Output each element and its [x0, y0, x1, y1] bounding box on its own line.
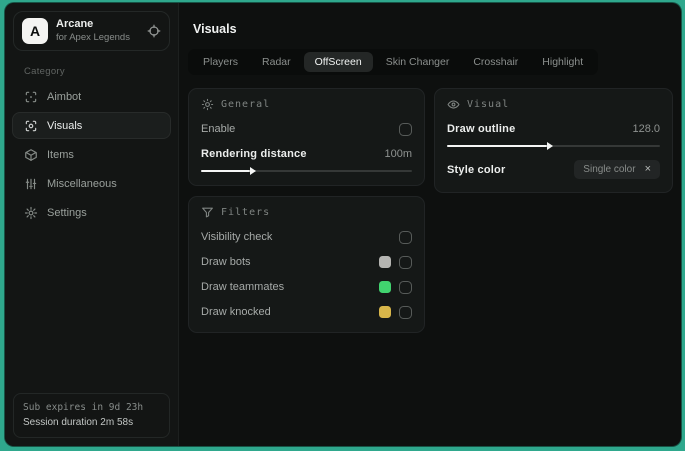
- visibility-check-label: Visibility check: [201, 231, 273, 243]
- draw-bots-checkbox[interactable]: [399, 255, 412, 269]
- tab-players[interactable]: Players: [192, 52, 249, 72]
- crosshair-icon[interactable]: [147, 24, 161, 38]
- draw-bots-label: Draw bots: [201, 256, 251, 268]
- draw-knocked-label: Draw knocked: [201, 306, 271, 318]
- eye-icon: [447, 98, 460, 111]
- right-column: Visual Draw outline 128.0 Style color Si…: [434, 88, 673, 193]
- aimbot-icon: [24, 90, 38, 104]
- sidebar-item-items[interactable]: Items: [12, 141, 171, 168]
- tab-offscreen[interactable]: OffScreen: [303, 52, 373, 72]
- draw-outline-row: Draw outline 128.0: [447, 122, 660, 136]
- enable-checkbox[interactable]: [399, 122, 412, 136]
- app-subtitle: for Apex Legends: [56, 31, 130, 43]
- main-content: Visuals Players Radar OffScreen Skin Cha…: [179, 3, 681, 446]
- general-panel-header: General: [201, 98, 412, 111]
- tab-skin-changer[interactable]: Skin Changer: [375, 52, 461, 72]
- style-color-value: Single color: [583, 164, 636, 175]
- app-window: A Arcane for Apex Legends Category Aimbo…: [5, 3, 681, 446]
- miscellaneous-icon: [24, 177, 38, 191]
- items-icon: [24, 148, 38, 162]
- filters-panel: Filters Visibility check Draw bots Draw …: [188, 196, 425, 333]
- visuals-tabbar: Players Radar OffScreen Skin Changer Cro…: [188, 49, 599, 75]
- filters-panel-header: Filters: [201, 206, 412, 219]
- subscription-info-card: Sub expires in 9d 23h Session duration 2…: [13, 392, 170, 438]
- sun-icon: [201, 98, 214, 111]
- style-color-select[interactable]: Single color ×: [574, 160, 660, 179]
- sidebar-item-aimbot[interactable]: Aimbot: [12, 83, 171, 110]
- draw-teammates-checkbox[interactable]: [399, 280, 412, 294]
- slider-fill: [201, 167, 256, 175]
- sidebar-item-label: Aimbot: [47, 90, 82, 103]
- draw-bots-row: Draw bots: [201, 255, 412, 269]
- visuals-icon: [24, 119, 38, 133]
- gear-icon: [24, 206, 38, 220]
- sidebar-item-visuals[interactable]: Visuals: [12, 112, 171, 139]
- draw-outline-label: Draw outline: [447, 123, 516, 135]
- rendering-distance-row: Rendering distance 100m: [201, 147, 412, 161]
- enable-label: Enable: [201, 123, 236, 135]
- rendering-distance-value: 100m: [384, 148, 412, 160]
- session-duration-text: Session duration 2m 58s: [23, 417, 134, 428]
- draw-knocked-row: Draw knocked: [201, 305, 412, 319]
- sidebar-nav: Aimbot Visuals Items Miscellaneous Setti…: [5, 83, 178, 226]
- visual-panel-header: Visual: [447, 98, 660, 111]
- rendering-distance-slider[interactable]: [201, 167, 412, 175]
- visibility-check-row: Visibility check: [201, 230, 412, 244]
- slider-thumb[interactable]: [547, 142, 554, 150]
- visual-panel: Visual Draw outline 128.0 Style color Si…: [434, 88, 673, 193]
- sidebar-item-label: Items: [47, 148, 74, 161]
- tab-crosshair[interactable]: Crosshair: [462, 52, 529, 72]
- sidebar-item-label: Settings: [47, 206, 87, 219]
- filter-icon: [201, 206, 214, 219]
- slider-thumb[interactable]: [249, 167, 256, 175]
- tab-highlight[interactable]: Highlight: [531, 52, 594, 72]
- style-color-label: Style color: [447, 163, 506, 176]
- general-panel-title: General: [221, 99, 271, 110]
- category-label: Category: [24, 66, 65, 77]
- left-column: General Enable Rendering distance 100m F…: [188, 88, 425, 333]
- draw-teammates-row: Draw teammates: [201, 280, 412, 294]
- visual-panel-title: Visual: [467, 99, 510, 110]
- draw-bots-color-swatch[interactable]: [379, 256, 391, 268]
- app-name: Arcane: [56, 18, 94, 31]
- panels-grid: General Enable Rendering distance 100m F…: [188, 88, 673, 333]
- enable-row: Enable: [201, 122, 412, 136]
- app-logo: A: [22, 18, 48, 44]
- draw-teammates-label: Draw teammates: [201, 281, 285, 293]
- draw-knocked-color-swatch[interactable]: [379, 306, 391, 318]
- filters-panel-title: Filters: [221, 207, 271, 218]
- draw-outline-value: 128.0: [632, 123, 660, 135]
- draw-knocked-checkbox[interactable]: [399, 305, 412, 319]
- draw-outline-slider[interactable]: [447, 142, 660, 150]
- brand-card: A Arcane for Apex Legends: [13, 11, 170, 51]
- page-title: Visuals: [193, 22, 237, 36]
- sub-expires-text: Sub expires in 9d 23h: [23, 401, 144, 413]
- sidebar-item-settings[interactable]: Settings: [12, 199, 171, 226]
- brand-text: Arcane for Apex Legends: [56, 18, 130, 44]
- style-color-row: Style color Single color ×: [447, 160, 660, 179]
- draw-teammates-color-swatch[interactable]: [379, 281, 391, 293]
- sidebar-item-label: Miscellaneous: [47, 177, 117, 190]
- visibility-check-checkbox[interactable]: [399, 230, 412, 244]
- sidebar: A Arcane for Apex Legends Category Aimbo…: [5, 3, 179, 446]
- sidebar-item-label: Visuals: [47, 119, 83, 132]
- sidebar-item-miscellaneous[interactable]: Miscellaneous: [12, 170, 171, 197]
- general-panel: General Enable Rendering distance 100m: [188, 88, 425, 186]
- tab-radar[interactable]: Radar: [251, 52, 302, 72]
- close-icon[interactable]: ×: [645, 164, 651, 175]
- slider-fill: [447, 142, 554, 150]
- rendering-distance-label: Rendering distance: [201, 148, 307, 160]
